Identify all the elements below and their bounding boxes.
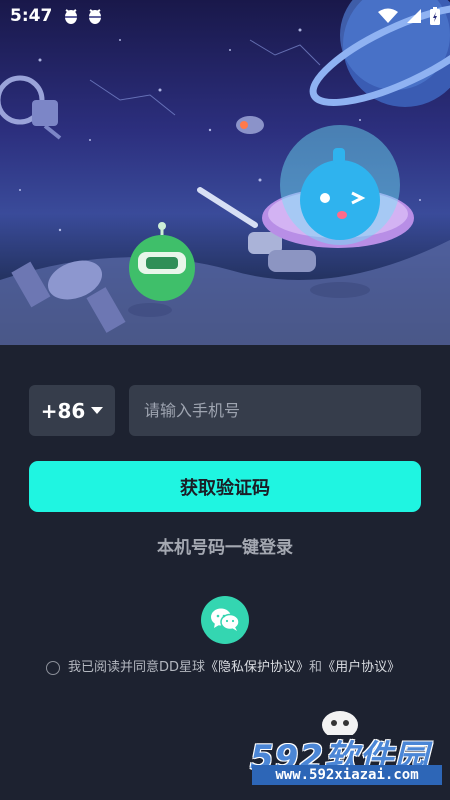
system-icons	[378, 7, 440, 25]
agreement-conjunction: 和	[309, 660, 323, 675]
watermark-url: www.592xiazai.com	[252, 765, 442, 785]
get-code-button[interactable]: 获取验证码	[29, 461, 421, 512]
green-robot	[129, 222, 195, 301]
space-illustration	[0, 0, 450, 345]
wifi-icon	[378, 8, 398, 23]
user-agreement-link[interactable]: 《用户协议》	[322, 660, 400, 675]
caret-down-icon	[91, 406, 104, 414]
phone-input[interactable]	[129, 385, 421, 436]
wechat-icon	[211, 608, 240, 631]
notification-icons	[62, 7, 104, 25]
battery-icon	[430, 7, 440, 25]
agreement-checkbox[interactable]	[46, 661, 60, 675]
privacy-policy-link[interactable]: 《隐私保护协议》	[205, 660, 309, 675]
country-code-label: +86	[40, 398, 86, 423]
wechat-login-button[interactable]	[201, 596, 249, 644]
status-bar: 5:47	[0, 0, 450, 32]
country-code-selector[interactable]: +86	[29, 385, 115, 436]
satellite	[0, 75, 62, 140]
one-click-login-link[interactable]: 本机号码一键登录	[0, 533, 450, 558]
agreement-text: 我已阅读并同意DD星球《隐私保护协议》和《用户协议》	[68, 657, 400, 678]
agreement-prefix: 我已阅读并同意DD星球	[68, 660, 206, 675]
bug-icon	[89, 9, 102, 24]
space-scene	[0, 0, 450, 345]
bug-icon	[65, 9, 78, 24]
phone-row: +86	[29, 385, 421, 436]
ufo-alien	[248, 125, 414, 272]
probe	[236, 116, 264, 134]
signal-icon	[407, 9, 421, 23]
agreement: 我已阅读并同意DD星球《隐私保护协议》和《用户协议》	[46, 657, 406, 678]
status-time: 5:47	[10, 6, 53, 26]
